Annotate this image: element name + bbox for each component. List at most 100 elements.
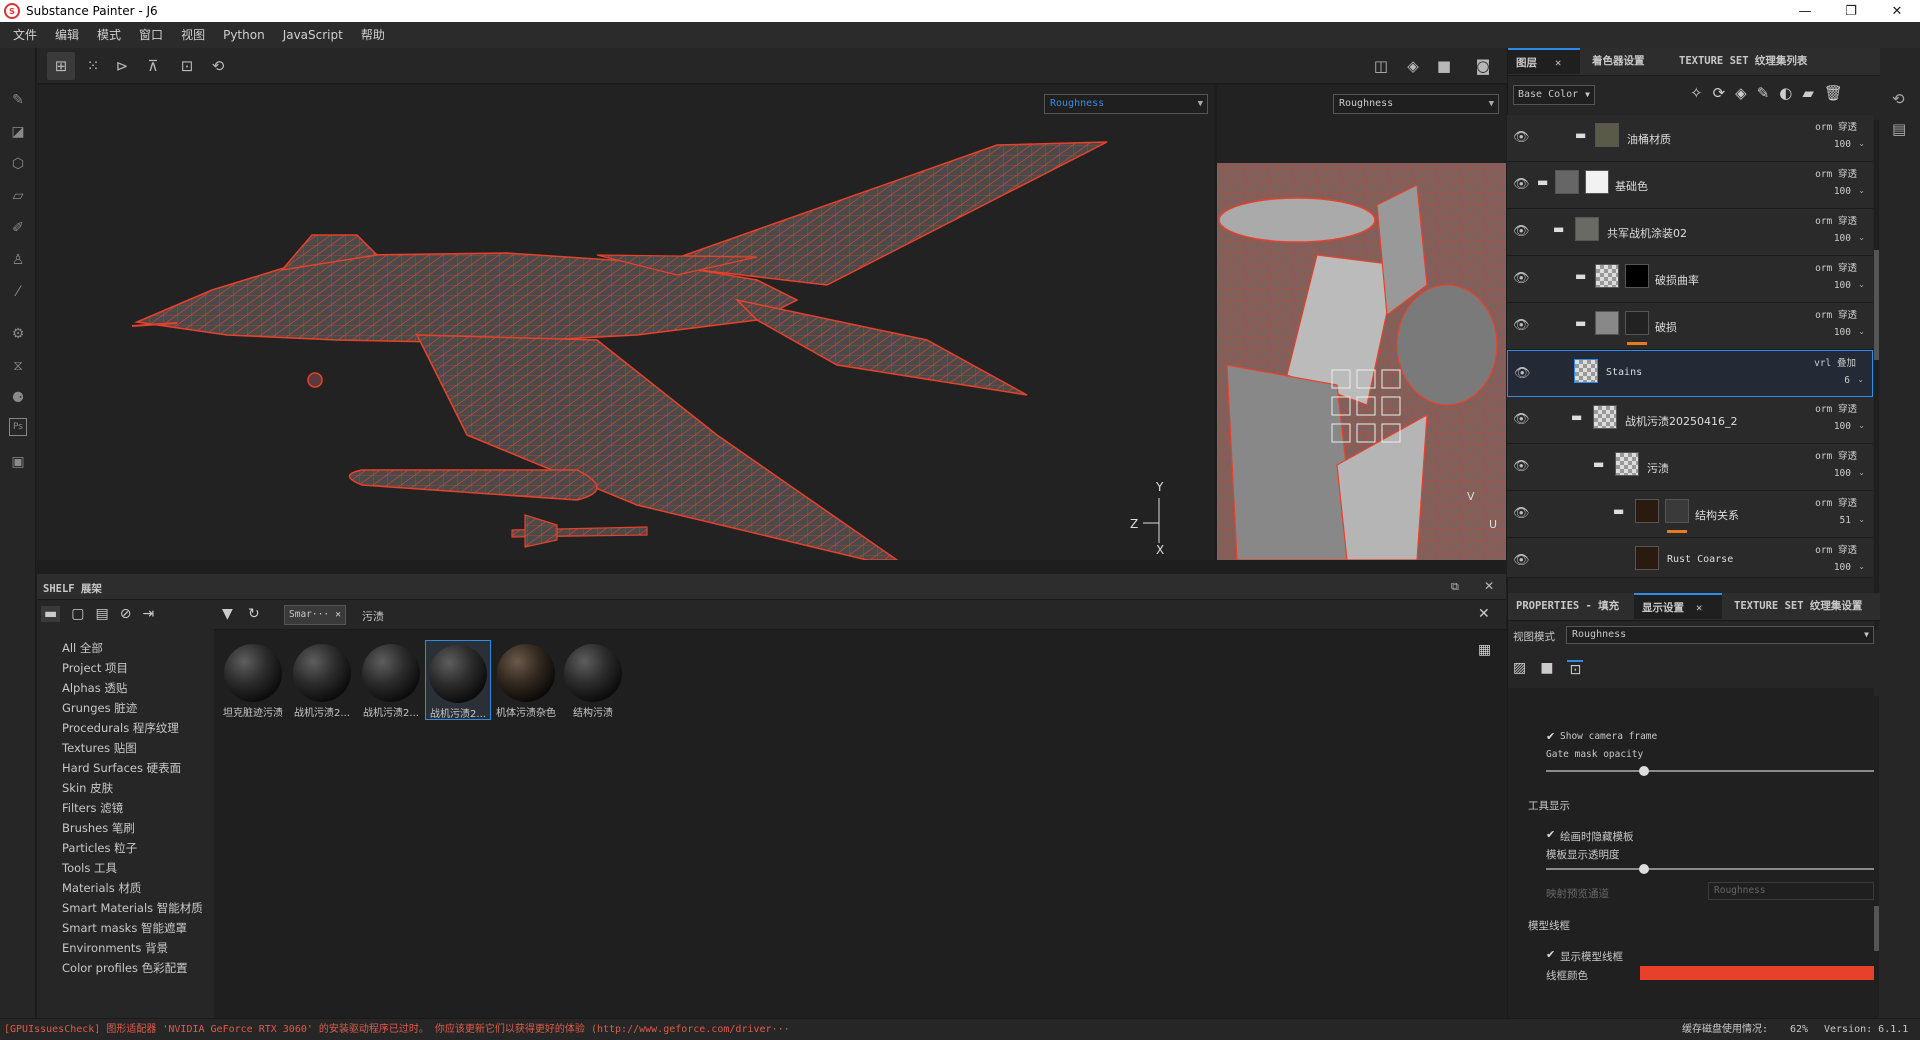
layer-blend-mode[interactable]: orm 穿透 xyxy=(1815,495,1857,509)
import-icon[interactable]: ⇥ xyxy=(142,606,154,622)
layer-row-selected[interactable]: 👁 Stains vrl 叠加 6 ⌄ xyxy=(1507,350,1873,397)
chevron-down-icon[interactable]: ⌄ xyxy=(1858,562,1865,571)
layer-blend-mode[interactable]: orm 穿透 xyxy=(1815,307,1857,321)
tab-layers[interactable]: 图层 ✕ xyxy=(1508,48,1580,74)
category-particles[interactable]: Particles 粒子 xyxy=(62,840,137,856)
category-brushes[interactable]: Brushes 笔刷 xyxy=(62,820,135,836)
shelf-item[interactable]: 坦克脏迹污渍 xyxy=(220,640,286,720)
add-fill-layer-icon[interactable]: ◈ xyxy=(1735,84,1747,102)
viewport-display-icon[interactable]: ⊡ xyxy=(1567,660,1584,678)
viewport-3d[interactable]: Roughness ▼ Y Z X xyxy=(37,85,1214,560)
visibility-eye-icon[interactable]: 👁 xyxy=(1513,130,1533,145)
layer-blend-mode[interactable]: orm 穿透 xyxy=(1815,166,1857,180)
save-icon[interactable]: ▤ xyxy=(95,606,108,622)
layers-scrollbar[interactable] xyxy=(1874,120,1879,630)
image-display-icon[interactable]: ▨ xyxy=(1513,660,1526,678)
layer-row[interactable]: 👁 ▬ 破损曲率 orm 穿透 100 ⌄ xyxy=(1507,256,1873,303)
folder-icon[interactable]: ▬ xyxy=(41,606,61,622)
cube-view-icon[interactable]: ◈ xyxy=(1399,52,1427,80)
category-color-profiles[interactable]: Color profiles 色彩配置 xyxy=(62,960,188,976)
chevron-down-icon[interactable]: ⌄ xyxy=(1858,421,1865,430)
shelf-item-selected[interactable]: 战机污渍2... xyxy=(425,640,491,720)
split-view-icon[interactable]: ◫ xyxy=(1367,52,1395,80)
tab-texture-set-list[interactable]: TEXTURE SET 纹理集列表 xyxy=(1671,48,1815,74)
menu-mode[interactable]: 模式 xyxy=(88,22,130,48)
view-mode-select[interactable]: Roughness ▼ xyxy=(1566,626,1874,644)
gpu-warning-text[interactable]: [GPUIssuesCheck] 图形适配器 'NVIDIA GeForce R… xyxy=(4,1019,790,1040)
layer-opacity[interactable]: 51 xyxy=(1840,515,1851,526)
new-resource-icon[interactable]: ▢ xyxy=(71,606,84,622)
bake-icon[interactable]: ⚙ xyxy=(6,322,30,346)
layer-opacity[interactable]: 100 xyxy=(1834,233,1851,244)
chevron-down-icon[interactable]: ⌄ xyxy=(1858,139,1865,148)
close-tab-icon[interactable]: ✕ xyxy=(1555,57,1561,69)
visibility-eye-icon[interactable]: 👁 xyxy=(1513,177,1533,192)
history-panel-icon[interactable]: ⟲ xyxy=(1892,90,1905,108)
add-mask-icon[interactable]: ◐ xyxy=(1779,84,1792,102)
remove-tag-icon[interactable]: ✕ xyxy=(335,606,341,624)
projection-icon[interactable]: ⬡ xyxy=(6,152,30,176)
category-alphas[interactable]: Alphas 透贴 xyxy=(62,680,127,696)
chevron-down-icon[interactable]: ⌄ xyxy=(1858,280,1865,289)
menu-window[interactable]: 窗口 xyxy=(130,22,172,48)
layer-opacity[interactable]: 100 xyxy=(1834,468,1851,479)
tab-properties-fill[interactable]: PROPERTIES - 填充 xyxy=(1508,593,1627,619)
chevron-down-icon[interactable]: ⌄ xyxy=(1858,233,1865,242)
channel-select[interactable]: Base Color ▼ xyxy=(1513,85,1595,105)
visibility-eye-icon[interactable]: 👁 xyxy=(1513,318,1533,333)
screenshot-icon[interactable]: ◙ xyxy=(1469,52,1497,80)
layer-row[interactable]: 👁 ▬ 战机污渍20250416_2 orm 穿透 100 ⌄ xyxy=(1507,397,1873,444)
category-environments[interactable]: Environments 背景 xyxy=(62,940,168,956)
clone-stamp-icon[interactable]: ♙ xyxy=(6,248,30,272)
eraser-icon[interactable]: ◪ xyxy=(6,120,30,144)
menu-javascript[interactable]: JavaScript xyxy=(274,22,352,48)
menu-python[interactable]: Python xyxy=(214,22,274,48)
grid-view-icon[interactable]: ▦ xyxy=(1478,642,1491,658)
layer-blend-mode[interactable]: orm 穿透 xyxy=(1815,119,1857,133)
category-grunges[interactable]: Grunges 脏迹 xyxy=(62,700,137,716)
layer-blend-mode[interactable]: orm 穿透 xyxy=(1815,260,1857,274)
selection-grid-icon[interactable]: ⊞ xyxy=(47,52,75,80)
mirror-y-icon[interactable]: ⊼ xyxy=(139,52,167,80)
visibility-eye-icon[interactable]: 👁 xyxy=(1513,271,1533,286)
search-tag[interactable]: Smar··· ✕ xyxy=(284,605,346,625)
visibility-eye-icon[interactable]: 👁 xyxy=(1513,224,1533,239)
layer-row[interactable]: 👁 ▬ 油桶材质 orm 穿透 100 ⌄ xyxy=(1507,115,1873,162)
menu-edit[interactable]: 编辑 xyxy=(46,22,88,48)
layer-row[interactable]: 👁 ▬ 基础色 orm 穿透 100 ⌄ xyxy=(1507,162,1873,209)
stencil-opacity-knob[interactable] xyxy=(1639,864,1650,874)
category-textures[interactable]: Textures 贴图 xyxy=(62,740,137,756)
add-folder-icon[interactable]: ▰ xyxy=(1802,84,1814,102)
layer-row[interactable]: 👁 Rust Coarse orm 穿透 100 ⌄ xyxy=(1507,538,1873,578)
category-skin[interactable]: Skin 皮肤 xyxy=(62,780,113,796)
clear-search-icon[interactable]: ✕ xyxy=(1478,606,1490,622)
add-frame-icon[interactable]: ⊡ xyxy=(173,52,201,80)
grid-options-icon[interactable]: ⁙ xyxy=(79,52,107,80)
menu-file[interactable]: 文件 xyxy=(4,22,46,48)
log-panel-icon[interactable]: ▤ xyxy=(1892,120,1906,138)
chevron-down-icon[interactable]: ⌄ xyxy=(1857,375,1864,384)
layer-row[interactable]: 👁 ▬ 破损 orm 穿透 100 ⌄ xyxy=(1507,303,1873,350)
category-project[interactable]: Project 项目 xyxy=(62,660,128,676)
shelf-item[interactable]: 机体污渍杂色 xyxy=(493,640,559,720)
hide-icon[interactable]: ⊘ xyxy=(120,606,132,622)
wireframe-color-swatch[interactable] xyxy=(1640,966,1874,980)
show-camera-frame-checkbox[interactable]: ✔ xyxy=(1546,730,1555,743)
category-materials[interactable]: Materials 材质 xyxy=(62,880,141,896)
shelf-item[interactable]: 结构污渍 xyxy=(560,640,626,720)
shelf-close-icon[interactable]: ✕ xyxy=(1484,579,1494,593)
shelf-float-icon[interactable]: ⧉ xyxy=(1451,580,1459,594)
paint-brush-icon[interactable]: ✎ xyxy=(6,88,30,112)
layer-opacity[interactable]: 100 xyxy=(1834,186,1851,197)
polygon-fill-icon[interactable]: ▱ xyxy=(6,184,30,208)
chevron-down-icon[interactable]: ⌄ xyxy=(1858,468,1865,477)
search-input[interactable]: 污渍 xyxy=(362,608,384,624)
category-procedurals[interactable]: Procedurals 程序纹理 xyxy=(62,720,179,736)
render-icon[interactable]: ⧖ xyxy=(6,354,30,378)
smudge-icon[interactable]: ✐ xyxy=(6,216,30,240)
properties-scrollbar[interactable] xyxy=(1874,696,1879,1018)
show-wireframe-checkbox[interactable]: ✔ xyxy=(1546,948,1555,961)
shelf-item[interactable]: 战机污渍2... xyxy=(289,640,355,720)
layer-row[interactable]: 👁 ▬ 结构关系 orm 穿透 51 ⌄ xyxy=(1507,491,1873,538)
visibility-eye-icon[interactable]: 👁 xyxy=(1513,412,1533,427)
